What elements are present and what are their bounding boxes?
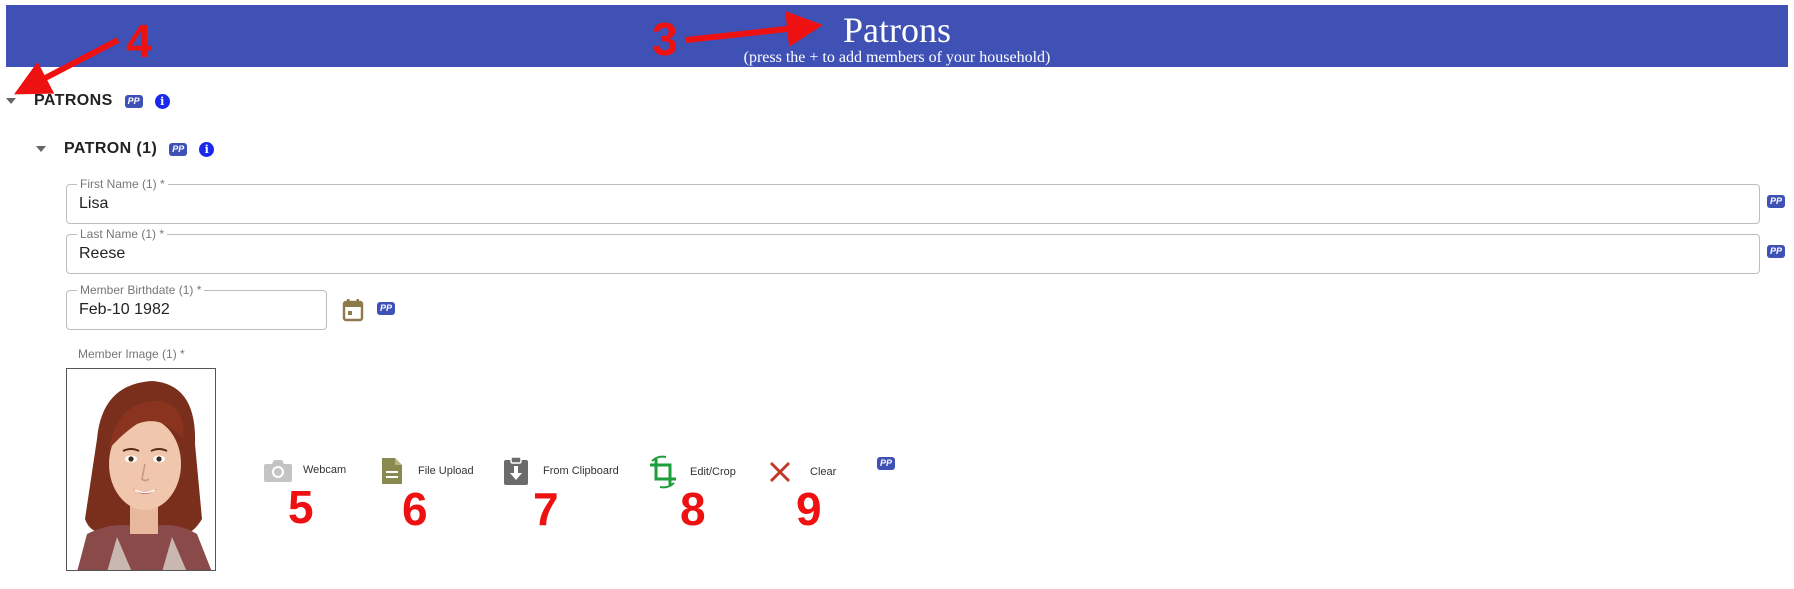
annotation-arrow-4 <box>14 37 120 95</box>
edit-crop-button[interactable]: Edit/Crop <box>646 455 736 489</box>
pp-badge: PP <box>1767 195 1786 208</box>
webcam-button[interactable]: Webcam <box>263 457 346 483</box>
annotation-6: 6 <box>402 483 428 535</box>
collapse-caret-icon[interactable] <box>6 98 16 104</box>
clear-label: Clear <box>810 466 837 478</box>
info-icon[interactable]: i <box>199 141 215 157</box>
pp-badge: PP <box>877 457 896 470</box>
member-image-label: Member Image (1) * <box>78 347 185 361</box>
edit-crop-label: Edit/Crop <box>690 466 736 478</box>
clear-button[interactable]: Clear <box>768 460 836 484</box>
patron-section-header[interactable]: PATRON (1) PP i <box>36 137 215 161</box>
file-upload-label: File Upload <box>418 465 474 477</box>
birthdate-label: Member Birthdate (1) * <box>77 283 205 297</box>
first-name-field[interactable]: First Name (1) * <box>66 177 1760 224</box>
annotation-arrow-3 <box>685 11 823 47</box>
webcam-label: Webcam <box>303 464 347 476</box>
annotation-5: 5 <box>288 481 314 533</box>
pp-badge: PP <box>1767 245 1786 258</box>
crop-icon <box>650 455 676 489</box>
file-icon <box>382 458 402 484</box>
annotation-9: 9 <box>796 483 822 535</box>
from-clipboard-label: From Clipboard <box>543 465 619 477</box>
close-icon <box>769 461 791 483</box>
pp-badge: PP <box>169 142 188 156</box>
last-name-field[interactable]: Last Name (1) * <box>66 227 1760 274</box>
annotation-7: 7 <box>533 483 559 535</box>
birthdate-input[interactable] <box>79 301 287 319</box>
clipboard-download-icon <box>504 456 528 485</box>
patrons-section-title: PATRONS <box>34 92 113 109</box>
camera-icon <box>264 460 292 482</box>
file-upload-button[interactable]: File Upload <box>380 456 474 486</box>
from-clipboard-button[interactable]: From Clipboard <box>503 456 619 486</box>
first-name-input[interactable] <box>79 195 1433 213</box>
member-photo <box>66 368 216 571</box>
last-name-label: Last Name (1) * <box>77 227 168 241</box>
collapse-caret-icon[interactable] <box>36 146 46 152</box>
calendar-icon[interactable] <box>342 298 364 322</box>
annotation-3: 3 <box>652 13 678 65</box>
member-photo-image <box>67 369 215 570</box>
last-name-input[interactable] <box>79 245 1433 263</box>
pp-badge: PP <box>124 94 143 108</box>
annotation-4: 4 <box>126 15 152 67</box>
annotation-8: 8 <box>680 483 706 535</box>
patron-section-title: PATRON (1) <box>64 140 158 157</box>
patrons-section-header[interactable]: PATRONS PP i <box>6 89 170 113</box>
first-name-label: First Name (1) * <box>77 177 168 191</box>
birthdate-field[interactable]: Member Birthdate (1) * <box>66 283 327 330</box>
pp-badge: PP <box>377 302 396 315</box>
info-icon[interactable]: i <box>154 93 170 109</box>
